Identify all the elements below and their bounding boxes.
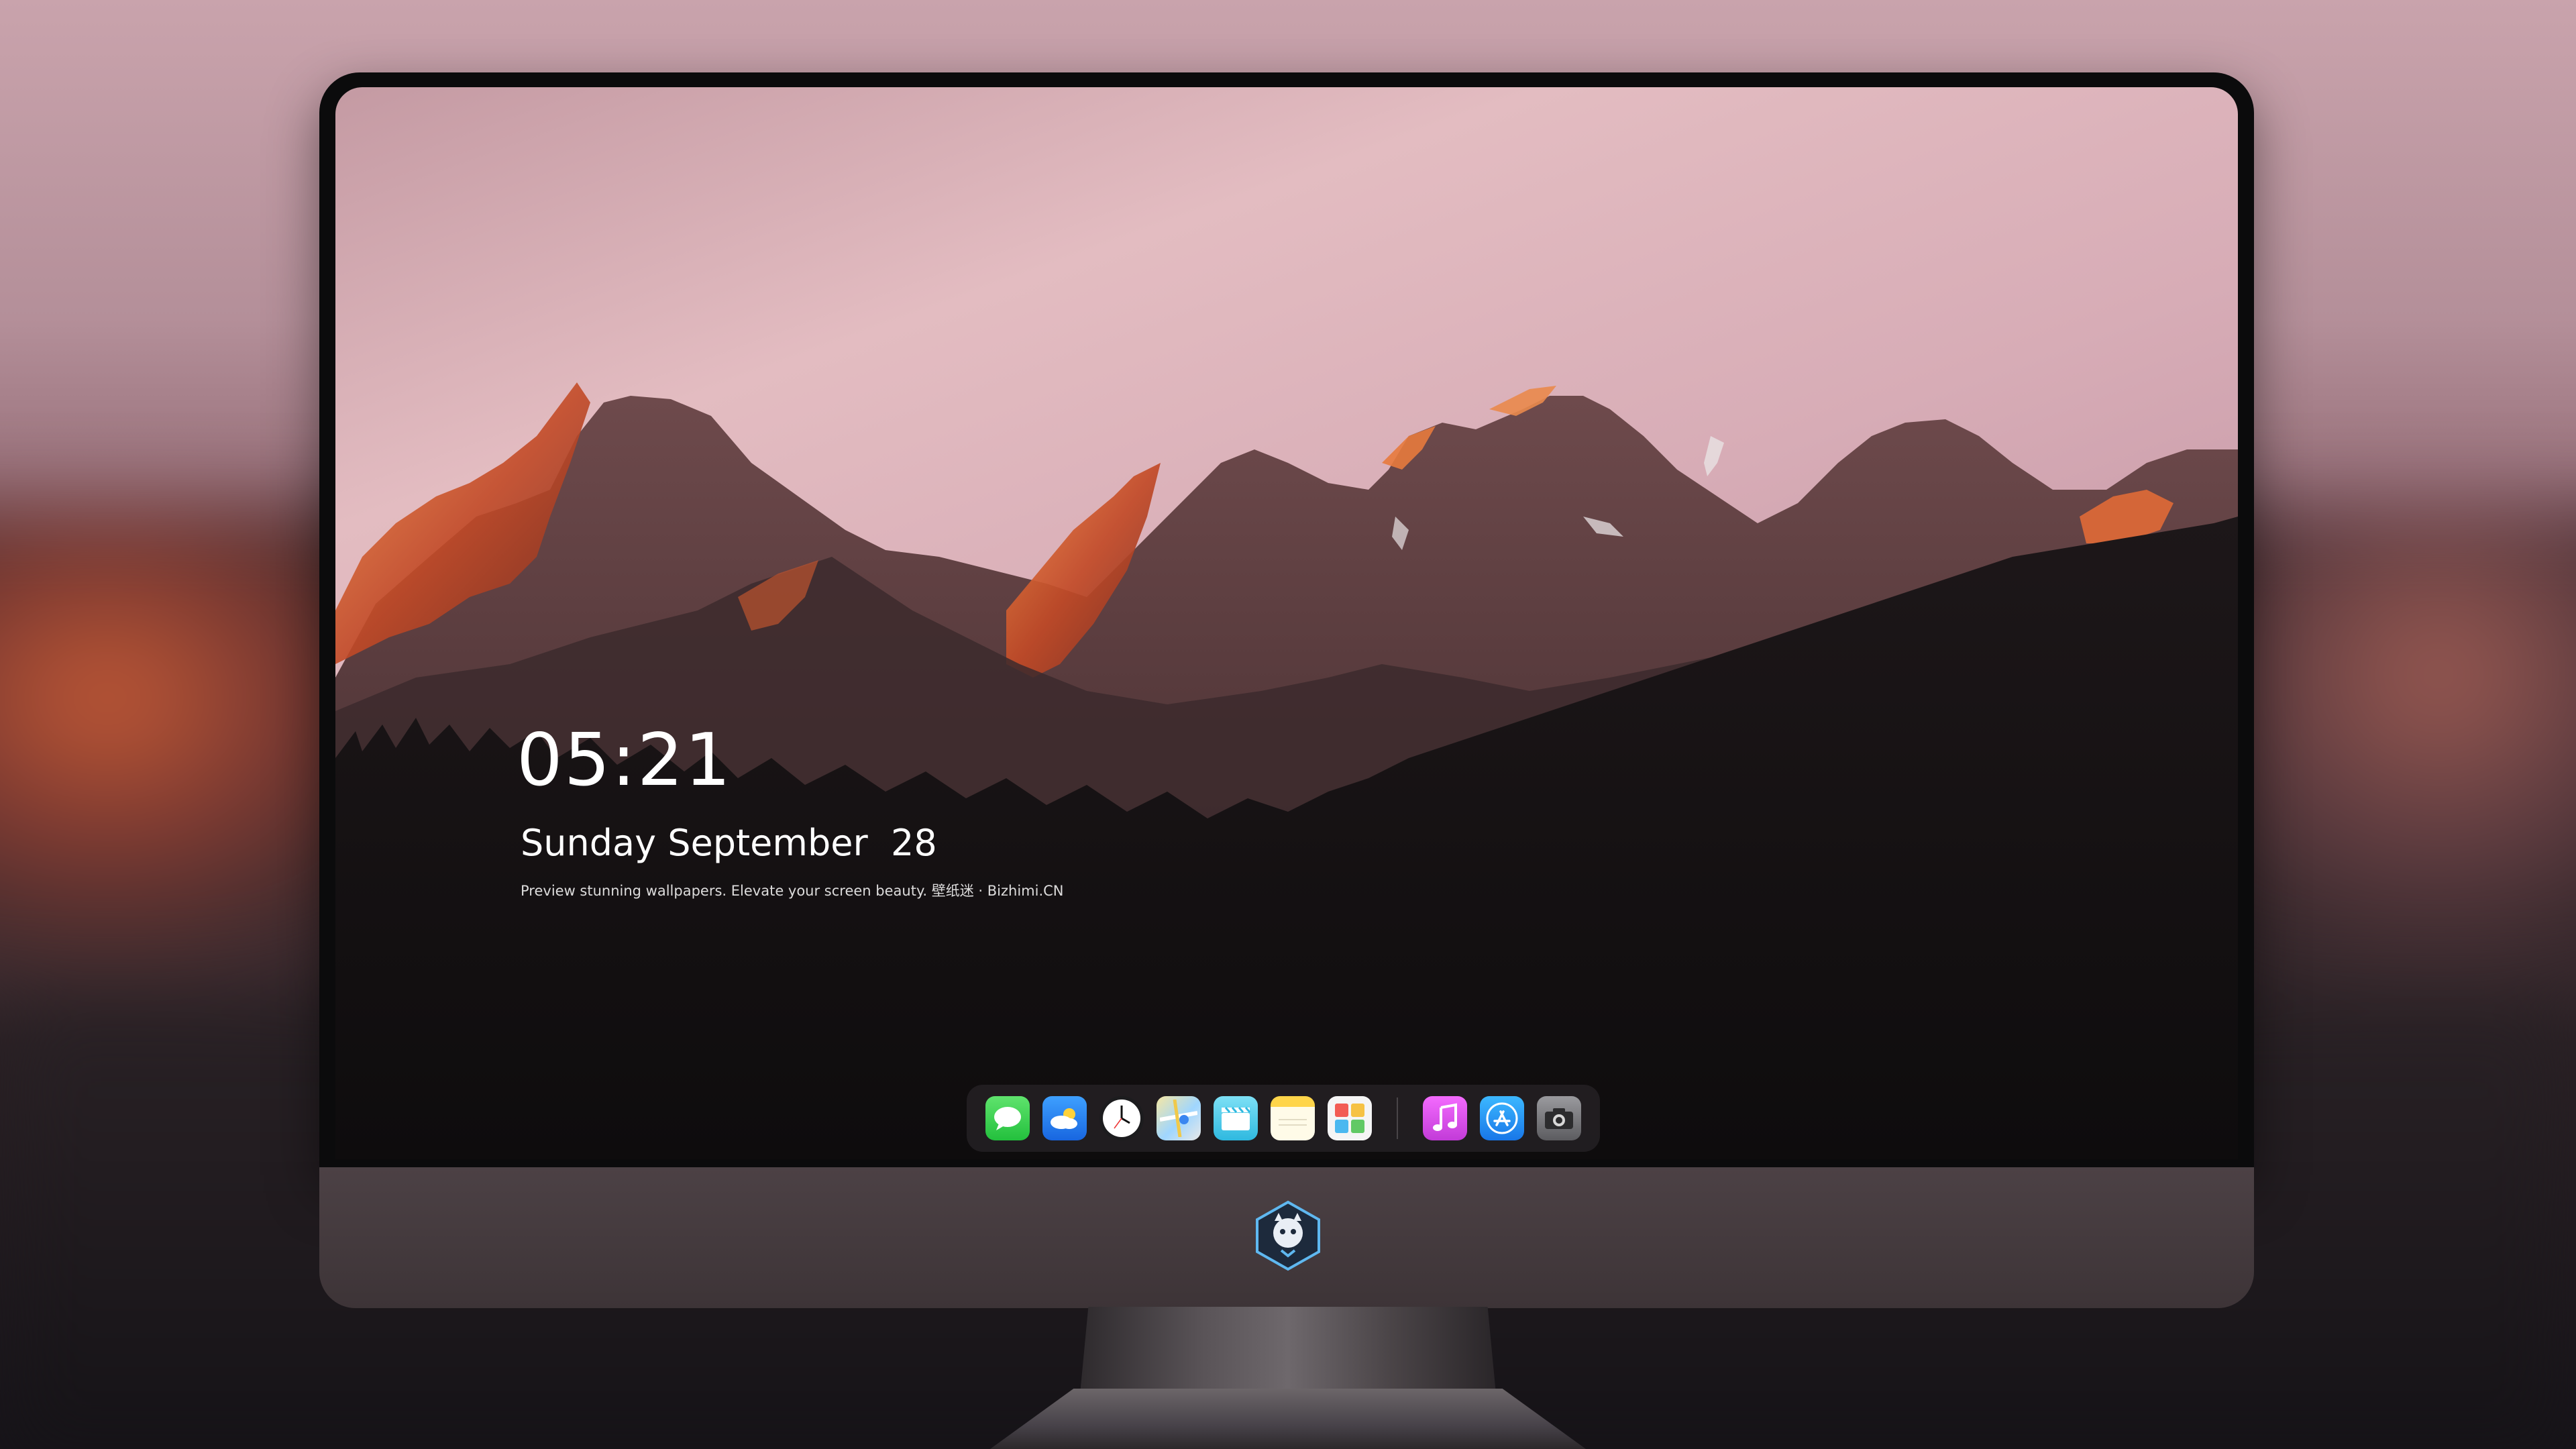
wallpaper bbox=[335, 87, 2238, 1159]
music-app-icon[interactable] bbox=[1423, 1096, 1467, 1140]
mountain-landscape bbox=[335, 382, 2238, 1159]
scene: 05:21 Sunday September 28 Preview stunni… bbox=[0, 0, 2576, 1449]
clock-face-icon bbox=[1103, 1099, 1140, 1137]
mascot-logo-icon bbox=[1256, 1200, 1320, 1271]
app-store-app-icon[interactable] bbox=[1480, 1096, 1524, 1140]
lockscreen-clock: 05:21 bbox=[517, 718, 733, 802]
clips-app-icon[interactable] bbox=[1214, 1096, 1258, 1140]
app-store-icon bbox=[1486, 1102, 1518, 1134]
camera-app-icon[interactable] bbox=[1537, 1096, 1581, 1140]
music-note-icon bbox=[1433, 1103, 1457, 1131]
lockscreen-date: Sunday September 28 bbox=[521, 822, 937, 864]
clapperboard-icon bbox=[1222, 1107, 1251, 1130]
lockscreen-tagline: Preview stunning wallpapers. Elevate you… bbox=[521, 883, 1064, 899]
photo-grid-icon bbox=[1335, 1104, 1364, 1133]
message-bubble-icon bbox=[994, 1107, 1021, 1130]
monitor-stand-neck bbox=[1080, 1307, 1496, 1394]
snow-patch bbox=[1704, 436, 1724, 476]
notepad-icon bbox=[1279, 1119, 1307, 1126]
dock bbox=[967, 1085, 1600, 1152]
clock-app-icon[interactable] bbox=[1099, 1096, 1144, 1140]
dock-separator bbox=[1397, 1097, 1398, 1139]
maps-app-icon[interactable] bbox=[1157, 1096, 1201, 1140]
map-icon bbox=[1160, 1099, 1197, 1137]
cloud-sun-icon bbox=[1051, 1108, 1077, 1129]
monitor-stand-base bbox=[990, 1389, 1586, 1449]
messages-app-icon[interactable] bbox=[985, 1096, 1030, 1140]
camera-icon bbox=[1545, 1108, 1573, 1129]
notes-app-icon[interactable] bbox=[1271, 1096, 1315, 1140]
monitor-screen: 05:21 Sunday September 28 Preview stunni… bbox=[335, 87, 2238, 1159]
weather-app-icon[interactable] bbox=[1042, 1096, 1087, 1140]
photos-app-icon[interactable] bbox=[1328, 1096, 1372, 1140]
